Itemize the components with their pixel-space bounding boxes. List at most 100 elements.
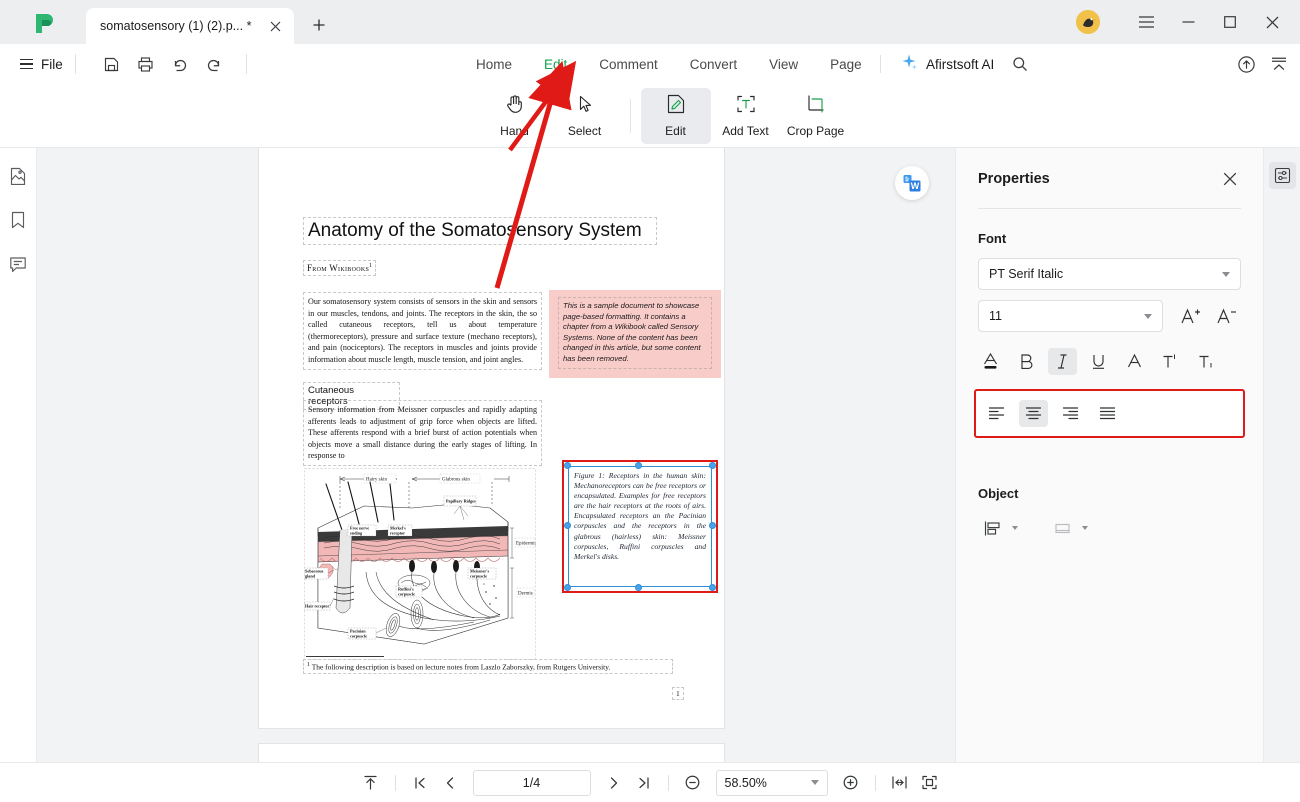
chevron-down-icon[interactable] — [1012, 526, 1018, 530]
select-tool-button[interactable]: Select — [550, 88, 620, 144]
zoom-out-icon[interactable] — [678, 770, 708, 796]
superscript-button[interactable] — [1156, 348, 1185, 375]
strikethrough-button[interactable] — [1120, 348, 1149, 375]
search-icon[interactable] — [1012, 56, 1028, 72]
cloud-upload-icon[interactable] — [1237, 55, 1256, 74]
edit-tool-button[interactable]: Edit — [640, 87, 711, 144]
object-align-icon[interactable] — [978, 515, 1006, 541]
redo-icon[interactable] — [200, 50, 228, 78]
fit-page-icon[interactable] — [915, 770, 945, 796]
last-page-icon[interactable] — [629, 770, 659, 796]
tab-label: Comment — [599, 56, 658, 72]
menu-right-actions — [1237, 44, 1288, 84]
ai-assistant-group: Afirstsoft AI — [900, 44, 1028, 84]
document-byline[interactable]: From Wikibooks1 — [302, 260, 377, 276]
align-right-button[interactable] — [1056, 400, 1085, 427]
increase-font-size-icon[interactable] — [1175, 301, 1205, 331]
resize-handle-bottom-left[interactable] — [564, 584, 571, 591]
select-tool-label: Select — [567, 124, 602, 138]
font-size-row: 11 — [956, 300, 1263, 332]
subscript-button[interactable] — [1192, 348, 1221, 375]
italic-button[interactable] — [1048, 348, 1077, 375]
convert-to-word-icon[interactable]: W — [895, 166, 929, 200]
tab-edit[interactable]: Edit — [528, 44, 583, 84]
underline-button[interactable] — [1084, 348, 1113, 375]
tab-page[interactable]: Page — [814, 44, 878, 84]
document-viewport[interactable]: W Anatomy of the Somatosensory System Fr… — [37, 148, 955, 762]
font-section-label: Font — [978, 231, 1007, 246]
properties-panel-toggle-icon[interactable] — [1268, 162, 1296, 189]
thumbnail-icon[interactable] — [4, 162, 32, 190]
add-text-tool-label: Add Text — [722, 124, 769, 138]
pdf-page-1[interactable]: Anatomy of the Somatosensory System From… — [259, 148, 724, 728]
close-icon[interactable] — [1252, 8, 1292, 36]
chevron-down-icon[interactable] — [1082, 526, 1088, 530]
sample-document-note[interactable]: This is a sample document to showcase pa… — [558, 297, 712, 369]
document-tab[interactable]: somatosensory (1) (2).p... * — [86, 8, 294, 44]
comment-icon[interactable] — [4, 250, 32, 278]
hand-tool-label: Hand — [500, 124, 529, 138]
maximize-icon[interactable] — [1210, 8, 1250, 36]
resize-handle-middle-left[interactable] — [564, 522, 571, 529]
hamburger-icon[interactable] — [1126, 8, 1166, 36]
document-title[interactable]: Anatomy of the Somatosensory System — [303, 217, 657, 245]
add-text-tool-button[interactable]: Add Text — [711, 88, 781, 144]
document-footnote[interactable]: 1 The following description is based on … — [303, 658, 673, 675]
ai-assistant-label[interactable]: Afirstsoft AI — [926, 57, 994, 72]
zoom-level-select[interactable]: 58.50% — [715, 769, 828, 796]
save-icon[interactable] — [98, 50, 126, 78]
resize-handle-top-right[interactable] — [709, 462, 716, 469]
hand-tool-button[interactable]: Hand — [480, 88, 550, 144]
tab-view[interactable]: View — [753, 44, 814, 84]
align-justify-button[interactable] — [1093, 400, 1122, 427]
figure-caption-textbox[interactable]: Figure 1: Receptors in the human skin: M… — [568, 466, 712, 587]
tab-convert[interactable]: Convert — [674, 44, 753, 84]
resize-handle-top-center[interactable] — [635, 462, 642, 469]
crop-page-tool-button[interactable]: Crop Page — [781, 88, 851, 144]
close-icon[interactable] — [266, 17, 284, 35]
font-family-select[interactable]: PT Serif Italic — [978, 258, 1241, 290]
collapse-ribbon-icon[interactable] — [1270, 55, 1288, 73]
scroll-to-top-icon[interactable] — [356, 770, 386, 796]
document-paragraph-1[interactable]: Our somatosensory system consists of sen… — [303, 292, 542, 370]
tab-comment[interactable]: Comment — [583, 44, 674, 84]
user-avatar[interactable] — [1076, 10, 1100, 34]
close-icon[interactable] — [1219, 168, 1241, 190]
previous-page-icon[interactable] — [435, 770, 465, 796]
undo-icon[interactable] — [166, 50, 194, 78]
resize-handle-bottom-right[interactable] — [709, 584, 716, 591]
resize-handle-middle-right[interactable] — [709, 522, 716, 529]
object-section-label: Object — [978, 486, 1019, 501]
text-format-buttons — [976, 348, 1245, 375]
font-size-select[interactable]: 11 — [978, 300, 1163, 332]
tab-title: somatosensory (1) (2).p... * — [100, 19, 252, 33]
object-order-icon[interactable] — [1048, 515, 1076, 541]
zoom-in-icon[interactable] — [836, 770, 866, 796]
minimize-icon[interactable] — [1168, 8, 1208, 36]
page-indicator-input[interactable]: 1/4 — [472, 769, 591, 796]
bold-button[interactable] — [1012, 348, 1041, 375]
decrease-font-size-icon[interactable] — [1211, 301, 1241, 331]
align-left-button[interactable] — [982, 400, 1011, 427]
skin-anatomy-figure[interactable]: Hairy skin Glabrous skin Epidermis Dermi… — [304, 468, 536, 660]
resize-handle-top-left[interactable] — [564, 462, 571, 469]
divider — [74, 54, 76, 74]
print-icon[interactable] — [132, 50, 160, 78]
tab-label: Home — [476, 56, 513, 72]
document-paragraph-2[interactable]: Sensory information from Meissner corpus… — [303, 400, 542, 466]
pdf-page-2[interactable] — [259, 744, 724, 762]
align-center-button[interactable] — [1019, 400, 1048, 427]
bookmark-icon[interactable] — [4, 206, 32, 234]
svg-text:Hair receptor: Hair receptor — [305, 604, 330, 609]
byline-text: From Wikibooks — [307, 263, 370, 273]
quick-access-toolbar — [98, 50, 259, 78]
font-color-button[interactable] — [976, 348, 1005, 375]
first-page-icon[interactable] — [405, 770, 435, 796]
next-page-icon[interactable] — [599, 770, 629, 796]
file-menu-button[interactable]: File — [20, 57, 63, 72]
plus-icon[interactable] — [308, 14, 330, 36]
tab-home[interactable]: Home — [460, 44, 528, 84]
resize-handle-bottom-center[interactable] — [635, 584, 642, 591]
cursor-icon — [574, 93, 596, 120]
fit-width-icon[interactable] — [885, 770, 915, 796]
